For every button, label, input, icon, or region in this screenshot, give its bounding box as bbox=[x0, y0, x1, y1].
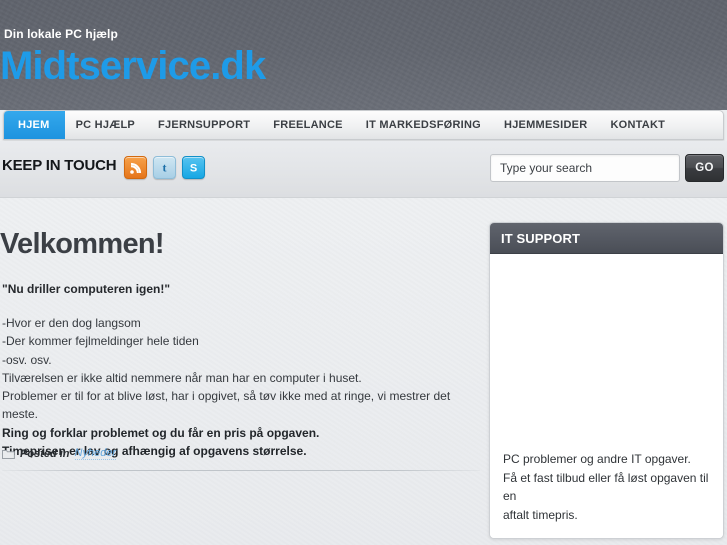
post-line: Tilværelsen er ikke altid nemmere når ma… bbox=[2, 370, 362, 385]
site-tagline: Din lokale PC hjælp bbox=[4, 27, 118, 41]
post-meta: Posted in Nyheder bbox=[2, 447, 117, 460]
social-links: t S bbox=[124, 156, 205, 179]
nav-item-kontakt[interactable]: KONTAKT bbox=[599, 111, 677, 139]
widget-image-placeholder bbox=[503, 254, 710, 450]
post-line: Ring og forklar problemet og du får en p… bbox=[2, 425, 320, 440]
post-category-link[interactable]: Nyheder bbox=[74, 447, 117, 460]
twitter-icon[interactable]: t bbox=[153, 156, 176, 179]
post-lead: "Nu driller computeren igen!" bbox=[2, 282, 171, 296]
widget-text-line: Få et fast tilbud eller få løst opgaven … bbox=[503, 470, 709, 504]
widget-title: IT SUPPORT bbox=[501, 230, 581, 246]
nav-item-freelance[interactable]: FREELANCE bbox=[262, 111, 354, 139]
keep-in-touch-label: KEEP IN TOUCH bbox=[2, 157, 117, 174]
svg-text:t: t bbox=[163, 161, 167, 174]
rss-icon[interactable] bbox=[124, 156, 147, 179]
main-navigation: HJEM PC HJÆLP FJERNSUPPORT FREELANCE IT MARK… bbox=[3, 110, 724, 140]
content-area: Velkommen! "Nu driller computeren igen!"… bbox=[0, 198, 727, 545]
site-title[interactable]: Midtservice.dk bbox=[0, 44, 266, 88]
site-header: Din lokale PC hjælp Midtservice.dk bbox=[0, 0, 727, 110]
widget-text-line: aftalt timepris. bbox=[503, 507, 578, 522]
widget-text: PC problemer og andre IT opgaver. Få et f… bbox=[503, 450, 710, 524]
nav-item-fjernsupport[interactable]: FJERNSUPPORT bbox=[147, 111, 262, 139]
post-column: Velkommen! "Nu driller computeren igen!"… bbox=[0, 198, 482, 545]
widget-body: PC problemer og andre IT opgaver. Få et f… bbox=[490, 254, 723, 539]
search-form: GO bbox=[490, 154, 724, 182]
widget-it-support: IT SUPPORT PC problemer og andre IT opga… bbox=[489, 222, 724, 540]
search-input[interactable] bbox=[490, 154, 680, 182]
skype-icon[interactable]: S bbox=[182, 156, 205, 179]
folder-icon bbox=[2, 449, 15, 459]
post-divider bbox=[2, 470, 480, 471]
nav-item-hjemmesider[interactable]: HJEMMESIDER bbox=[493, 111, 599, 139]
svg-text:S: S bbox=[190, 162, 197, 174]
posted-in-label: Posted in bbox=[20, 447, 70, 460]
nav-item-pc-hjælp[interactable]: PC HJÆLP bbox=[65, 111, 147, 139]
nav-item-it-markedsføring[interactable]: IT MARKEDSFØRING bbox=[355, 111, 493, 139]
nav-item-hjem[interactable]: HJEM bbox=[4, 111, 65, 139]
post-line: -Der kommer fejlmeldinger hele tiden bbox=[2, 334, 199, 349]
sidebar: IT SUPPORT PC problemer og andre IT opga… bbox=[489, 222, 724, 540]
widget-header: IT SUPPORT bbox=[490, 223, 723, 254]
post-line: -Hvor er den dog langsom bbox=[2, 316, 141, 330]
post-line: -osv. osv. bbox=[2, 352, 52, 367]
post-body: -Hvor er den dog langsom -Der kommer fejl… bbox=[2, 314, 480, 460]
widget-text-line: PC problemer og andre IT opgaver. bbox=[503, 452, 691, 466]
search-go-button[interactable]: GO bbox=[685, 154, 724, 182]
page-title: Velkommen! bbox=[0, 228, 165, 260]
post-line: Problemer er til for at blive løst, har … bbox=[2, 389, 451, 422]
